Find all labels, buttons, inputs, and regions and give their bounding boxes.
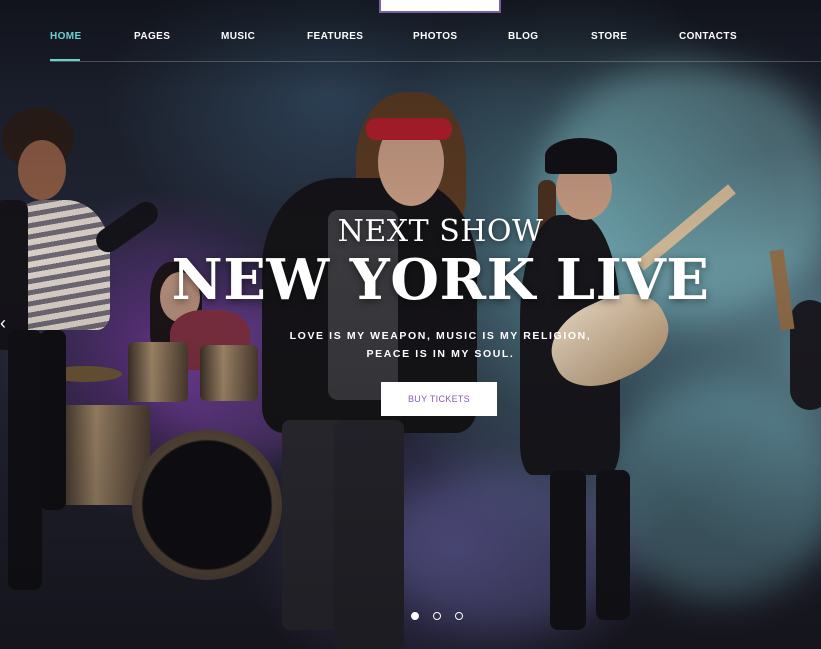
- slider-dot-2[interactable]: [433, 612, 441, 620]
- chevron-left-icon[interactable]: ‹: [0, 312, 14, 334]
- hero-kicker: NEXT SHOW: [337, 214, 544, 249]
- hero-headline: NEW YORK LIVE: [171, 247, 710, 313]
- slider-dot-3[interactable]: [455, 612, 463, 620]
- hero-tagline-line1: LOVE IS MY WEAPON, MUSIC IS MY RELIGION,: [289, 330, 592, 342]
- hero-tagline-line2: PEACE IS IN MY SOUL.: [366, 348, 515, 360]
- hero-section: NEXT SHOW NEW YORK LIVE LOVE IS MY WEAPO…: [0, 0, 821, 649]
- buy-tickets-button[interactable]: BUY TICKETS: [381, 382, 497, 416]
- slider-dot-1[interactable]: [411, 612, 419, 620]
